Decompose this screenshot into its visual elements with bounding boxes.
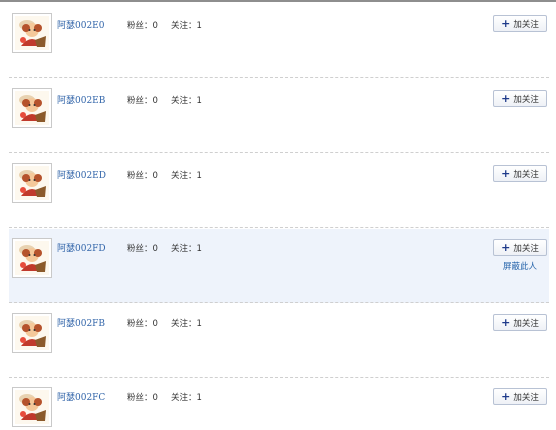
cartoon-avatar-icon xyxy=(15,316,49,350)
plus-icon: + xyxy=(501,316,511,329)
plus-icon: + xyxy=(501,167,511,180)
plus-icon: + xyxy=(501,390,511,403)
block-user-link[interactable]: 屏蔽此人 xyxy=(503,260,537,272)
cartoon-avatar-icon xyxy=(15,16,49,50)
user-row: 阿瑟002E0 粉丝：0 关注：1 + 加关注 xyxy=(9,4,549,78)
user-name-link[interactable]: 阿瑟002EB xyxy=(57,93,105,106)
user-row: 阿瑟002FB 粉丝：0 关注：1 + 加关注 xyxy=(9,304,549,378)
follow-button[interactable]: + 加关注 xyxy=(493,15,547,32)
follows-count: 关注：1 xyxy=(171,21,202,31)
user-row: 阿瑟002FC 粉丝：0 关注：1 + 加关注 xyxy=(9,379,549,430)
fans-count: 粉丝：0 xyxy=(127,171,158,181)
cartoon-avatar-icon xyxy=(15,390,49,424)
cartoon-avatar-icon xyxy=(15,91,49,125)
fans-count: 粉丝：0 xyxy=(127,244,158,254)
avatar[interactable] xyxy=(12,387,52,427)
fans-count: 粉丝：0 xyxy=(127,393,158,403)
plus-icon: + xyxy=(501,17,511,30)
user-row: 阿瑟002FD 粉丝：0 关注：1 + 加关注 屏蔽此人 xyxy=(9,229,549,303)
follow-button[interactable]: + 加关注 xyxy=(493,90,547,107)
avatar[interactable] xyxy=(12,313,52,353)
fans-count: 粉丝：0 xyxy=(127,319,158,329)
cartoon-avatar-icon xyxy=(15,241,49,275)
follows-count: 关注：1 xyxy=(171,319,202,329)
follows-count: 关注：1 xyxy=(171,393,202,403)
user-name-link[interactable]: 阿瑟002FC xyxy=(57,390,105,403)
follow-button[interactable]: + 加关注 xyxy=(493,388,547,405)
follow-button[interactable]: + 加关注 xyxy=(493,165,547,182)
user-name-link[interactable]: 阿瑟002ED xyxy=(57,168,106,181)
avatar[interactable] xyxy=(12,88,52,128)
user-row: 阿瑟002ED 粉丝：0 关注：1 + 加关注 xyxy=(9,154,549,228)
user-name-link[interactable]: 阿瑟002FB xyxy=(57,316,105,329)
avatar[interactable] xyxy=(12,13,52,53)
fans-count: 粉丝：0 xyxy=(127,21,158,31)
user-name-link[interactable]: 阿瑟002E0 xyxy=(57,18,104,31)
avatar[interactable] xyxy=(12,238,52,278)
follows-count: 关注：1 xyxy=(171,244,202,254)
follow-button[interactable]: + 加关注 xyxy=(493,239,547,256)
cartoon-avatar-icon xyxy=(15,166,49,200)
user-name-link[interactable]: 阿瑟002FD xyxy=(57,241,106,254)
avatar[interactable] xyxy=(12,163,52,203)
follow-button[interactable]: + 加关注 xyxy=(493,314,547,331)
plus-icon: + xyxy=(501,241,511,254)
user-row: 阿瑟002EB 粉丝：0 关注：1 + 加关注 xyxy=(9,79,549,153)
plus-icon: + xyxy=(501,92,511,105)
fans-count: 粉丝：0 xyxy=(127,96,158,106)
follows-count: 关注：1 xyxy=(171,171,202,181)
follows-count: 关注：1 xyxy=(171,96,202,106)
